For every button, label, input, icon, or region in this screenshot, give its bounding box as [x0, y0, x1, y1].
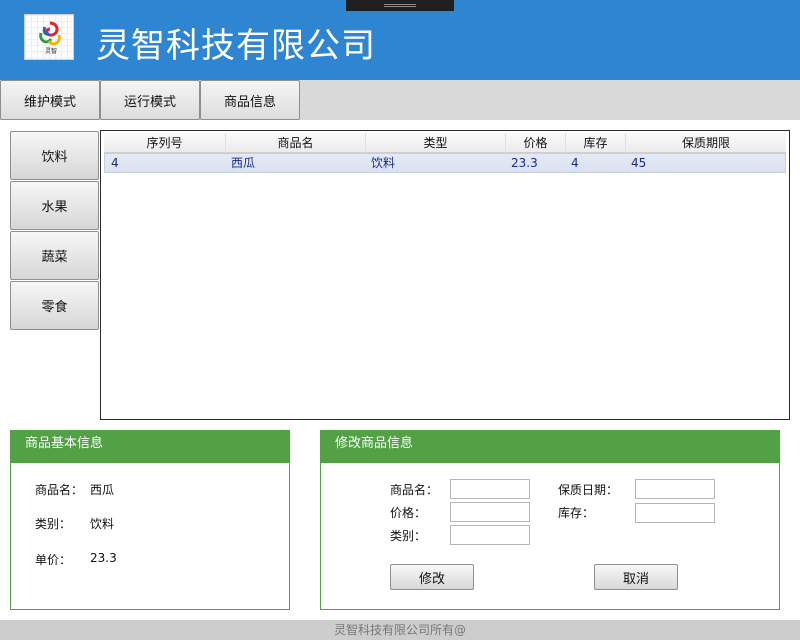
basic-name-value: 西瓜 — [90, 483, 115, 497]
logo-text: 灵智 — [45, 47, 57, 55]
cell-shelf-life: 45 — [631, 156, 647, 170]
column-header-name[interactable]: 商品名 — [226, 133, 366, 153]
cell-name: 西瓜 — [231, 156, 256, 170]
edit-type-field[interactable] — [450, 525, 530, 545]
basic-name-label: 商品名： — [35, 483, 84, 497]
basic-info-title: 商品基本信息 — [11, 431, 289, 463]
basic-type-label: 类别： — [35, 517, 72, 531]
category-drinks-button[interactable]: 饮料 — [10, 131, 99, 180]
edit-shelf-field[interactable] — [635, 479, 715, 499]
tab-run-mode[interactable]: 运行模式 — [100, 80, 200, 120]
modify-button[interactable]: 修改 — [390, 564, 474, 590]
column-header-serial[interactable]: 序列号 — [104, 133, 226, 153]
edit-price-field[interactable] — [450, 502, 530, 522]
edit-stock-field[interactable] — [635, 503, 715, 523]
edit-price-label: 价格： — [390, 506, 427, 520]
column-header-price[interactable]: 价格 — [506, 133, 566, 153]
column-header-shelf-life[interactable]: 保质期限 — [626, 133, 786, 153]
category-snacks-button[interactable]: 零食 — [10, 281, 99, 330]
company-name: 灵智科技有限公司 — [96, 26, 376, 66]
edit-type-label: 类别： — [390, 529, 427, 543]
basic-type-value: 饮料 — [90, 517, 115, 531]
edit-name-label: 商品名： — [390, 483, 439, 497]
table-row[interactable]: 4 西瓜 饮料 23.3 4 45 — [104, 153, 786, 173]
app-header: 灵智 灵智科技有限公司 — [0, 0, 800, 80]
cell-stock: 4 — [571, 156, 579, 170]
category-fruit-button[interactable]: 水果 — [10, 181, 99, 230]
footer-copyright: 灵智科技有限公司所有@ — [0, 620, 800, 640]
cell-serial: 4 — [111, 156, 119, 170]
cell-price: 23.3 — [511, 156, 538, 170]
edit-stock-label: 库存： — [558, 506, 595, 520]
edit-name-field[interactable] — [450, 479, 530, 499]
column-header-type[interactable]: 类型 — [366, 133, 506, 153]
edit-product-title: 修改商品信息 — [321, 431, 779, 463]
table-header: 序列号 商品名 类型 价格 库存 保质期限 — [104, 133, 786, 153]
cancel-button[interactable]: 取消 — [594, 564, 678, 590]
logo-swirl-icon: 灵智 — [39, 21, 61, 55]
edit-shelf-label: 保质日期： — [558, 483, 619, 497]
tab-maintenance-mode[interactable]: 维护模式 — [0, 80, 100, 120]
tab-product-info[interactable]: 商品信息 — [200, 80, 300, 120]
basic-price-value: 23.3 — [90, 551, 117, 565]
window-drag-handle[interactable] — [346, 0, 454, 11]
cell-type: 饮料 — [371, 156, 396, 170]
product-table[interactable]: 序列号 商品名 类型 价格 库存 保质期限 4 西瓜 饮料 23.3 4 45 — [100, 130, 790, 420]
company-logo: 灵智 — [24, 14, 74, 60]
category-vegetables-button[interactable]: 蔬菜 — [10, 231, 99, 280]
basic-price-label: 单价： — [35, 553, 72, 567]
column-header-stock[interactable]: 库存 — [566, 133, 626, 153]
